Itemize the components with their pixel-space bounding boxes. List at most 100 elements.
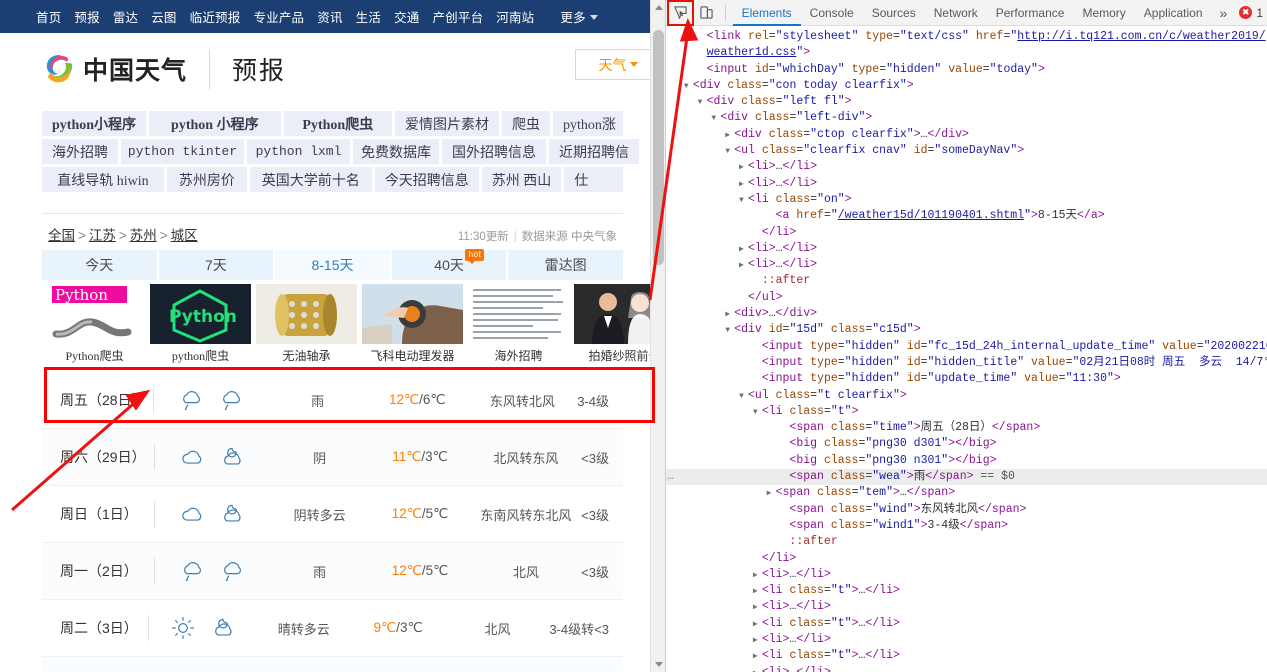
dom-tree-line[interactable]: <input id="whichDay" type="hidden" value… [666,62,1267,78]
expand-toggle-icon[interactable] [767,209,776,224]
dom-tree-line[interactable]: <big class="png30 d301"></big> [666,436,1267,452]
topnav-item[interactable]: 河南站 [496,7,534,26]
collapse-triangle-icon[interactable]: ▼ [698,95,707,110]
breadcrumb-item[interactable]: 江苏 [89,228,116,243]
ad-thumbnail[interactable]: 飞科电动理发器 [362,284,463,364]
tab-application[interactable]: Application [1135,0,1212,26]
dom-tree-line[interactable]: <a href="/weather15d/101190401.shtml">8-… [666,208,1267,224]
expand-triangle-icon[interactable]: ▶ [753,649,762,664]
forecast-row[interactable]: 周日（1日） 阴转多云 12℃/5℃ 东南风转东北风 <3级 [42,486,623,543]
dom-tree-line[interactable]: ▶<li>…</li> [666,665,1267,672]
dom-tree-line[interactable]: ▶<li>…</li> [666,176,1267,192]
expand-toggle-icon[interactable] [753,274,762,289]
expand-toggle-icon[interactable] [753,226,762,241]
dom-tree-line[interactable]: ▶<li>…</li> [666,159,1267,175]
ad-keyword[interactable]: 爬虫 [502,111,550,136]
ad-keyword[interactable]: 仕 [564,167,623,192]
topnav-more[interactable]: 更多 [560,7,597,26]
ad-thumbnail[interactable]: 海外招聘 [468,284,569,364]
tab-elements[interactable]: Elements [733,0,801,26]
dom-tree-line[interactable]: ▶<div class="ctop clearfix">…</div> [666,127,1267,143]
dom-tree-line[interactable]: ▼<div class="con today clearfix"> [666,78,1267,94]
dom-tree-line[interactable]: <input type="hidden" id="fc_15d_24h_inte… [666,339,1267,355]
topnav-item[interactable]: 生活 [356,7,381,26]
dom-tree-line[interactable]: <input type="hidden" id="update_time" va… [666,371,1267,387]
expand-triangle-icon[interactable]: ▶ [753,617,762,632]
ad-keyword[interactable]: python小程序 [42,111,146,136]
expand-toggle-icon[interactable] [753,340,762,355]
dom-tree-line[interactable]: ▶<span class="tem">…</span> [666,485,1267,501]
ad-keyword[interactable]: python涨 [553,111,623,136]
breadcrumb-item[interactable]: 城区 [171,228,198,243]
collapse-triangle-icon[interactable]: ▼ [725,323,734,338]
tab-network[interactable]: Network [925,0,987,26]
ad-thumbnail[interactable]: 无油轴承 [256,284,357,364]
expand-toggle-icon[interactable] [753,356,762,371]
scroll-down-icon[interactable] [655,662,663,667]
expand-toggle-icon[interactable] [698,63,707,78]
topnav-item[interactable]: 雷达 [113,7,138,26]
ad-keyword[interactable]: 免费数据库 [353,139,439,164]
topnav-item[interactable]: 云图 [151,7,176,26]
topnav-item[interactable]: 交通 [394,7,419,26]
tab-40day[interactable]: 40天hot [392,250,509,280]
ad-thumbnail[interactable]: Python Python爬虫 [44,284,145,364]
forecast-row[interactable]: 周二（3日） 晴转多云 9℃/3℃ 北风 3-4级转<3 [42,600,623,657]
ad-keyword[interactable]: python tkinter [121,139,244,164]
forecast-row[interactable]: 周六（29日） 阴 11℃/3℃ 北风转东风 <3级 [42,429,623,486]
tab-today[interactable]: 今天 [42,250,159,280]
tab-7day[interactable]: 7天 [159,250,276,280]
ad-keyword[interactable]: 爱情图片素材 [395,111,499,136]
scrollbar-thumb[interactable] [653,30,664,265]
dom-tree-line[interactable]: ▶<li>…</li> [666,257,1267,273]
ad-keyword[interactable]: 苏州房价 [167,167,247,192]
inspect-element-icon[interactable] [669,2,692,24]
ad-keyword[interactable]: 英国大学前十名 [250,167,372,192]
expand-triangle-icon[interactable]: ▶ [753,633,762,648]
forecast-row[interactable]: 周五（28日） 雨 12℃/6℃ 东风转北风 3-4级 [42,372,623,429]
expand-triangle-icon[interactable]: ▶ [739,177,748,192]
expand-toggle-icon[interactable] [753,552,762,567]
dom-tree-line[interactable]: ▼<div class="left-div"> [666,110,1267,126]
site-logo-text[interactable]: 中国天气 [83,51,187,87]
dom-tree-line[interactable]: ▶<li class="t">…</li> [666,648,1267,664]
dom-tree-line[interactable]: </li> [666,551,1267,567]
expand-triangle-icon[interactable]: ▶ [753,600,762,615]
ad-keyword[interactable]: 今天招聘信息 [375,167,479,192]
more-tabs-icon[interactable]: » [1212,5,1236,21]
dom-tree-line[interactable]: <big class="png30 n301"></big> [666,453,1267,469]
dom-tree-line[interactable]: ▼<li class="on"> [666,192,1267,208]
dom-tree-line[interactable]: ::after [666,534,1267,550]
topnav-item[interactable]: 临近预报 [190,7,241,26]
weather-dropdown-button[interactable]: 天气 [575,49,661,80]
expand-triangle-icon[interactable]: ▶ [753,568,762,583]
dom-tree-line[interactable]: ▶<li>…</li> [666,567,1267,583]
ad-keyword[interactable]: 直线导轨 hiwin [42,167,164,192]
collapse-triangle-icon[interactable]: ▼ [739,193,748,208]
dom-tree-line[interactable]: ▶<div>…</div> [666,306,1267,322]
expand-toggle-icon[interactable] [753,372,762,387]
dom-tree-line[interactable]: <input type="hidden" id="hidden_title" v… [666,355,1267,371]
ad-keyword[interactable]: 海外招聘 [42,139,118,164]
browser-scrollbar[interactable] [650,0,665,672]
scroll-up-icon[interactable] [655,5,663,10]
dom-tree-line[interactable]: ▼<div class="left fl"> [666,94,1267,110]
expand-toggle-icon[interactable] [698,46,707,61]
dom-tree-line[interactable]: ▶<li>…</li> [666,241,1267,257]
dom-tree-line[interactable]: <span class="wind">东风转北风</span> [666,502,1267,518]
topnav-item[interactable]: 资讯 [317,7,342,26]
dom-tree-line[interactable]: <span class="wea">雨</span> == $0 [666,469,1267,485]
dom-tree-line[interactable]: weather1d.css"> [666,45,1267,61]
expand-triangle-icon[interactable]: ▶ [739,160,748,175]
dom-tree-line[interactable]: ▼<ul class="clearfix cnav" id="someDayNa… [666,143,1267,159]
ad-keyword[interactable]: python 小程序 [149,111,281,136]
expand-toggle-icon[interactable] [698,30,707,45]
forecast-row[interactable]: 周一（2日） 雨 12℃/5℃ 北风 <3级 [42,543,623,600]
topnav-item[interactable]: 预报 [74,7,99,26]
dom-tree-line[interactable]: <span class="time">周五（28日）</span> [666,420,1267,436]
dom-tree-line[interactable]: ::after [666,273,1267,289]
ad-keyword[interactable]: 国外招聘信息 [442,139,546,164]
expand-triangle-icon[interactable]: ▶ [725,128,734,143]
dom-tree-line[interactable]: ▶<li class="t">…</li> [666,583,1267,599]
topnav-item[interactable]: 专业产品 [253,7,304,26]
